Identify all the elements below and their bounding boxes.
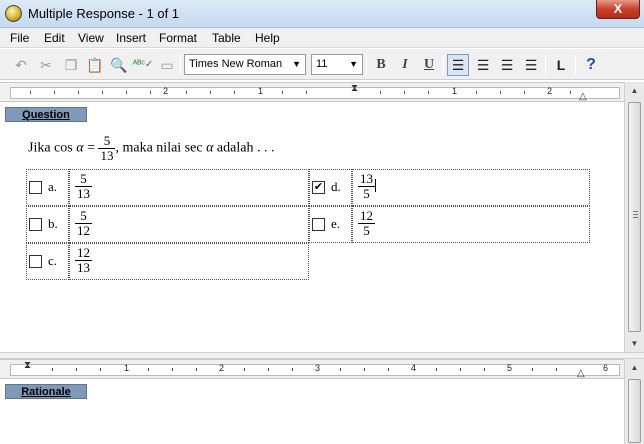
menu-help[interactable]: Help xyxy=(255,31,280,45)
scrollbar-thumb[interactable] xyxy=(628,379,641,443)
menu-table[interactable]: Table xyxy=(212,31,241,45)
close-button[interactable]: X xyxy=(596,0,640,19)
ruler-label: 2 xyxy=(219,363,225,373)
question-scrollbar[interactable]: ▲ ▼ xyxy=(624,82,644,352)
answer-d-checkbox-cell: ✔ d. xyxy=(309,169,352,206)
font-name-value: Times New Roman xyxy=(189,58,283,70)
answer-b-checkbox[interactable] xyxy=(29,218,42,231)
scroll-down-icon[interactable]: ▼ xyxy=(625,335,644,352)
insert-image-icon[interactable]: ▭ xyxy=(156,54,178,76)
ruler-label: 1 xyxy=(258,86,264,96)
help-icon[interactable]: ? xyxy=(580,54,602,76)
answer-c-checkbox[interactable] xyxy=(29,255,42,268)
cut-icon[interactable]: ✂ xyxy=(35,54,57,76)
ruler-label: 5 xyxy=(507,363,513,373)
answer-b-cell[interactable]: 5 12 xyxy=(69,206,309,243)
scroll-up-icon[interactable]: ▲ xyxy=(625,82,644,99)
indent-marker-icon[interactable]: ⧗ xyxy=(24,360,31,371)
menu-file[interactable]: File xyxy=(10,31,29,45)
answer-e-cell[interactable]: 12 5 xyxy=(352,206,590,243)
underline-button[interactable]: U xyxy=(418,54,440,76)
chevron-down-icon: ▼ xyxy=(292,59,301,69)
scrollbar-thumb[interactable] xyxy=(628,102,641,332)
answer-e-fraction: 12 5 xyxy=(358,208,375,238)
align-right-icon[interactable]: ☰ xyxy=(496,54,518,76)
find-icon[interactable]: 🔍 xyxy=(108,54,130,76)
toolbar-separator xyxy=(180,55,181,75)
menu-insert[interactable]: Insert xyxy=(116,31,146,45)
answer-d-cell[interactable]: 13 5 xyxy=(352,169,590,206)
rationale-editor[interactable] xyxy=(5,399,624,444)
ruler-label: 1 xyxy=(124,363,130,373)
answer-b-checkbox-cell: b. xyxy=(26,206,69,243)
justify-icon[interactable]: ☰ xyxy=(520,54,542,76)
bold-button[interactable]: B xyxy=(370,54,392,76)
chevron-down-icon: ▼ xyxy=(349,59,358,69)
answer-a-cell[interactable]: 5 13 xyxy=(69,169,309,206)
toolbar: ↶ ✂ ❐ 📋 🔍 ᴬᴮᶜ✓ ▭ Times New Roman ▼ 11 ▼ … xyxy=(0,49,644,80)
ruler-label: 3 xyxy=(315,363,321,373)
answer-a-fraction: 5 13 xyxy=(75,171,92,201)
pane-splitter[interactable] xyxy=(0,352,644,359)
toolbar-separator xyxy=(366,55,367,75)
align-left-icon[interactable]: ☰ xyxy=(447,54,469,76)
copy-icon[interactable]: ❐ xyxy=(60,54,82,76)
rationale-scrollbar[interactable]: ▲ xyxy=(624,359,644,444)
answer-c-fraction: 12 13 xyxy=(75,245,92,275)
italic-button[interactable]: I xyxy=(394,54,416,76)
menu-format[interactable]: Format xyxy=(159,31,197,45)
menu-bar: File Edit View Insert Format Table Help xyxy=(0,28,644,48)
answer-a-checkbox[interactable] xyxy=(29,181,42,194)
ruler-label: 2 xyxy=(163,86,169,96)
indent-marker-icon[interactable]: ⧗ xyxy=(351,83,358,94)
answer-c-cell[interactable]: 12 13 xyxy=(69,243,309,280)
answer-c-checkbox-cell: c. xyxy=(26,243,69,280)
paste-icon[interactable]: 📋 xyxy=(84,54,106,76)
ruler-label: 4 xyxy=(411,363,417,373)
text-caret xyxy=(375,179,376,192)
answer-d-checkbox[interactable]: ✔ xyxy=(312,181,325,194)
answer-e-checkbox[interactable] xyxy=(312,218,325,231)
answer-b-letter: b. xyxy=(48,216,58,231)
menu-edit[interactable]: Edit xyxy=(44,31,65,45)
right-indent-marker-icon[interactable]: △ xyxy=(579,91,587,102)
rationale-section-label: Rationale xyxy=(5,384,87,399)
answer-d-letter: d. xyxy=(331,179,341,194)
toolbar-separator xyxy=(545,55,546,75)
answer-c-letter: c. xyxy=(48,253,58,268)
answer-a-letter: a. xyxy=(48,179,58,194)
toolbar-separator xyxy=(443,55,444,75)
ruler-label: 1 xyxy=(452,86,458,96)
answer-d-fraction: 13 5 xyxy=(358,171,375,201)
font-size-select[interactable]: 11 ▼ xyxy=(311,54,363,75)
spellcheck-icon[interactable]: ᴬᴮᶜ✓ xyxy=(132,54,154,76)
answer-a-checkbox-cell: a. xyxy=(26,169,69,206)
font-size-value: 11 xyxy=(316,58,328,70)
answer-e-letter: e. xyxy=(331,216,341,231)
right-indent-marker-icon[interactable]: △ xyxy=(577,368,585,379)
toolbar-separator xyxy=(575,55,576,75)
question-ruler[interactable]: 2 1 1 2 ⧗ △ xyxy=(0,82,624,102)
scroll-up-icon[interactable]: ▲ xyxy=(625,359,644,376)
question-text[interactable]: Jika cos α = 5 13, maka nilai sec α adala… xyxy=(28,134,274,163)
align-center-icon[interactable]: ☰ xyxy=(472,54,494,76)
undo-icon[interactable]: ↶ xyxy=(10,54,32,76)
window-title: Multiple Response - 1 of 1 xyxy=(28,6,180,21)
ruler-label: 2 xyxy=(547,86,553,96)
rationale-ruler[interactable]: 1 2 3 4 5 6 ⧗ △ xyxy=(0,359,624,379)
app-icon xyxy=(5,5,22,22)
question-section-label: Question xyxy=(5,107,87,122)
font-name-select[interactable]: Times New Roman ▼ xyxy=(184,54,306,75)
title-bar: Multiple Response - 1 of 1 X xyxy=(0,0,644,28)
menu-view[interactable]: View xyxy=(78,31,104,45)
answer-e-checkbox-cell: e. xyxy=(309,206,352,243)
ruler-label: 6 xyxy=(603,363,609,373)
tab-stop-icon[interactable]: L xyxy=(550,54,572,76)
answer-b-fraction: 5 12 xyxy=(75,208,92,238)
